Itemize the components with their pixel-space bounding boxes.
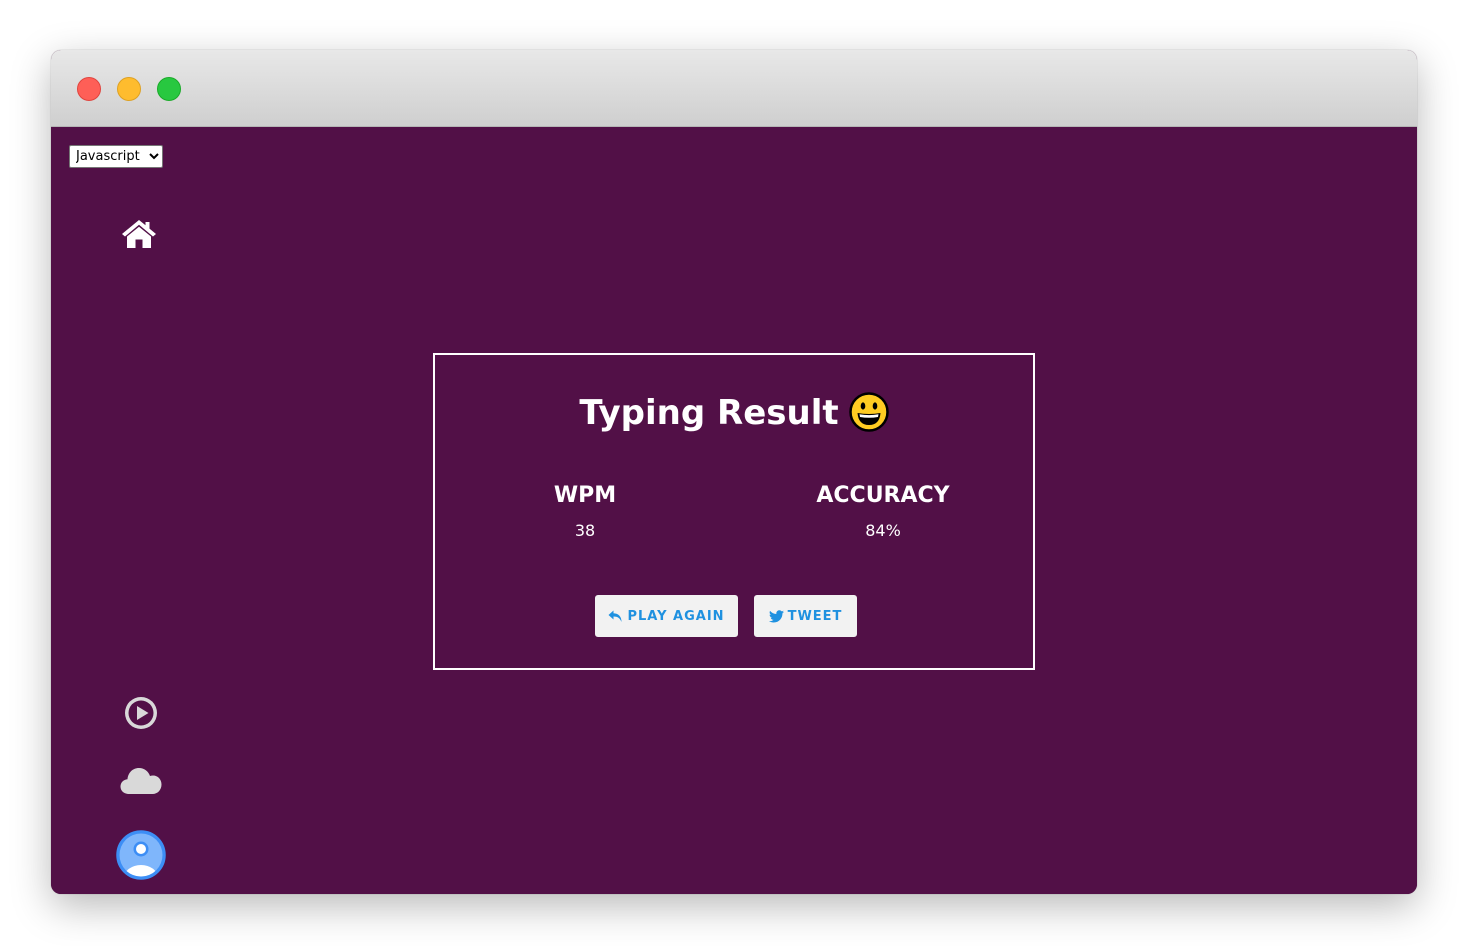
close-window-button[interactable] [77, 77, 101, 101]
accuracy-stat: ACCURACY 84% [733, 481, 1033, 541]
app-content: Javascript Typing Result WPM 38 ACCURACY… [51, 127, 1417, 894]
wpm-value: 38 [574, 521, 596, 540]
typing-result-card: Typing Result WPM 38 ACCURACY 84% PLAY A… [433, 353, 1035, 670]
accuracy-value: 84% [865, 521, 901, 540]
play-icon[interactable] [124, 696, 158, 730]
maximize-window-button[interactable] [157, 77, 181, 101]
home-icon[interactable] [121, 219, 157, 249]
title-bar [51, 50, 1417, 127]
browser-window: Javascript Typing Result WPM 38 ACCURACY… [51, 50, 1417, 894]
tweet-label: TWEET [787, 608, 843, 624]
wpm-stat: WPM 38 [435, 481, 735, 541]
accuracy-label: ACCURACY [816, 483, 950, 508]
language-select[interactable]: Javascript [69, 145, 163, 168]
result-title: Typing Result [435, 391, 1033, 435]
play-again-label: PLAY AGAIN [627, 608, 725, 624]
play-again-button[interactable]: PLAY AGAIN [595, 595, 738, 637]
wpm-label: WPM [553, 483, 617, 508]
twitter-icon [768, 609, 784, 622]
grinning-face-icon [848, 392, 889, 432]
tweet-button[interactable]: TWEET [754, 595, 857, 637]
result-title-text: Typing Result [579, 393, 839, 433]
cloud-icon[interactable] [120, 765, 162, 795]
profile-icon[interactable] [116, 830, 166, 880]
reply-arrow-icon [608, 610, 622, 622]
minimize-window-button[interactable] [117, 77, 141, 101]
